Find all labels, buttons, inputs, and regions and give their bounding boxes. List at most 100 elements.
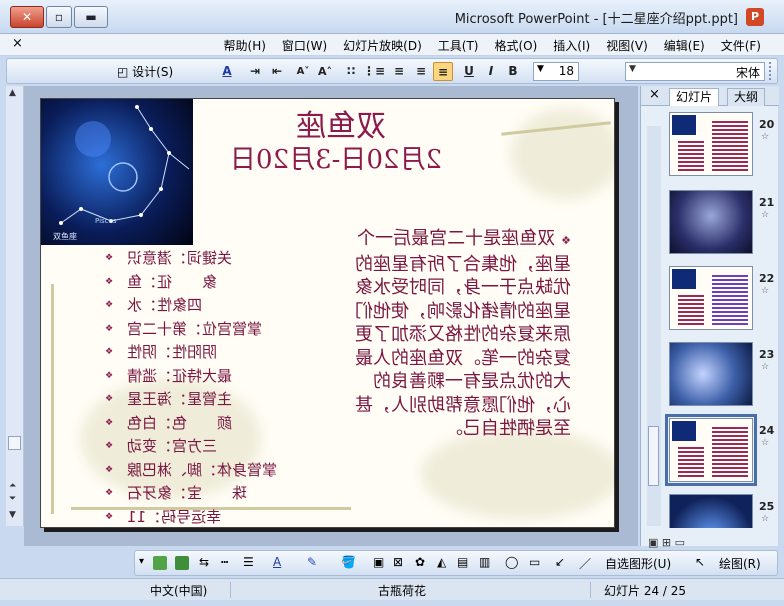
menu-edit[interactable]: 编辑(E): [661, 37, 708, 54]
oval-icon[interactable]: ◯: [505, 555, 518, 569]
view-buttons[interactable]: ▣ ⊞ ▭: [648, 536, 685, 549]
window-title: Microsoft PowerPoint - [十二星座介绍ppt.ppt]: [454, 12, 738, 27]
list-item: ❖ 颜 色：白色: [105, 413, 233, 432]
animation-star-icon: ☆: [761, 514, 770, 524]
draw-menu[interactable]: 绘图(R): [719, 555, 761, 572]
toolbar-grip[interactable]: [769, 62, 773, 80]
slide-number: 24: [759, 424, 775, 437]
window-close-button[interactable]: ✕: [10, 6, 44, 28]
slide-thumbnail-25[interactable]: [669, 494, 753, 528]
animation-star-icon: ☆: [761, 132, 770, 142]
description-paragraph[interactable]: ❖双鱼座是十二宫最后一个星座，他集合了所有星座的优缺点于一身，同时受水象星座的情…: [341, 227, 571, 441]
tab-slides[interactable]: 幻灯片: [669, 88, 720, 106]
slide-thumbnail-21[interactable]: [669, 190, 753, 254]
chevron-down-icon[interactable]: ▼: [537, 64, 544, 74]
description-text: 双鱼座是十二宫最后一个星座，他集合了所有星座的优缺点于一身，同时受水象星座的情绪…: [355, 228, 571, 439]
design-label: 设计(S): [132, 65, 174, 79]
design-icon: ◰: [117, 65, 133, 79]
dash-style-icon[interactable]: ┅: [221, 555, 228, 569]
pane-tab-strip: × 幻灯片 大纲: [641, 86, 779, 106]
window-minimize-button[interactable]: ▬: [74, 6, 108, 28]
vertical-text-box-icon[interactable]: ▥: [479, 555, 490, 569]
scrollbar-thumb[interactable]: [8, 436, 21, 450]
menu-insert[interactable]: 插入(I): [550, 37, 593, 54]
menu-window[interactable]: 窗口(W): [279, 37, 330, 54]
underline-button[interactable]: U: [459, 62, 479, 81]
window-maximize-button[interactable]: ▫: [46, 6, 72, 28]
increase-indent-icon[interactable]: ⇥: [245, 62, 265, 81]
list-item: ❖ 阴阳性：阴性: [105, 343, 218, 361]
clip-art-icon[interactable]: ⊠: [393, 555, 403, 569]
menu-file[interactable]: 文件(F): [718, 37, 764, 54]
arrow-style-icon[interactable]: ⇆: [199, 555, 209, 569]
text-box-icon[interactable]: ▤: [457, 555, 468, 569]
italic-button[interactable]: I: [481, 62, 501, 81]
list-item: ❖ 主管星：海王星: [105, 390, 233, 408]
formatting-toolbar: ▼ 宋体 ▼ 18 B I U ≡ ≡ ≡ ⋮≡ ∷ A˄ A˅ ⇤ ⇥ A ◰…: [6, 58, 778, 84]
slide-thumbnail-20[interactable]: [669, 112, 753, 176]
vertical-scrollbar[interactable]: ▲ ⏶ ⏷ ▼: [6, 86, 24, 526]
font-color-button[interactable]: A: [273, 555, 281, 569]
increase-font-button[interactable]: A˄: [315, 62, 335, 81]
language-status: 中文(中国): [150, 584, 208, 598]
font-size-select[interactable]: ▼ 18: [533, 62, 579, 81]
attributes-list[interactable]: ❖ 关键词：潜意识 ❖ 象 征：鱼 ❖ 四象性：水 ❖ 掌管宫位：第十二宫 ❖ 阴阳性：阴…: [103, 247, 323, 527]
line-style-icon[interactable]: ☰: [243, 555, 254, 569]
font-name-select[interactable]: ▼ 宋体: [625, 62, 765, 81]
design-button[interactable]: ◰ 设计(S): [117, 63, 173, 80]
decrease-font-button[interactable]: A˅: [293, 62, 313, 81]
font-color-button[interactable]: A: [217, 62, 237, 81]
menu-help[interactable]: 帮助(H): [221, 37, 269, 54]
line-icon[interactable]: ／: [579, 555, 591, 572]
line-color-icon[interactable]: ✎: [307, 555, 317, 569]
align-center-button[interactable]: ≡: [411, 62, 431, 81]
fill-color-icon[interactable]: 🪣: [341, 555, 356, 569]
close-icon[interactable]: ×: [649, 87, 660, 102]
wordart-icon[interactable]: ◭: [437, 555, 446, 569]
slide-canvas[interactable]: Pisces 双鱼座 双鱼座 2月20日-3月20日 ❖ 关键词：潜意识 ❖ 象 征…: [40, 98, 615, 528]
animation-star-icon: ☆: [761, 210, 770, 220]
insert-picture-icon[interactable]: ▣: [373, 555, 384, 569]
select-objects-icon[interactable]: ↖: [695, 555, 705, 569]
slide-thumbnail-22[interactable]: [669, 266, 753, 330]
shadow-style-icon[interactable]: [153, 556, 167, 570]
menu-slideshow[interactable]: 幻灯片放映(D): [340, 37, 425, 54]
slide-number: 21: [759, 196, 775, 209]
status-divider: [590, 582, 591, 598]
menu-tools[interactable]: 工具(T): [435, 37, 482, 54]
title-bar: ✕ ▫ ▬ Microsoft PowerPoint - [十二星座介绍ppt.…: [0, 0, 784, 34]
autoshapes-menu[interactable]: 自选图形(U): [605, 555, 671, 572]
slide-date-range[interactable]: 2月20日-3月20日: [211, 139, 461, 176]
list-item: ❖ 掌管宫位：第十二宫: [105, 319, 263, 338]
arrow-icon[interactable]: ↙: [555, 555, 565, 569]
scroll-down-icon[interactable]: ▼: [9, 510, 16, 520]
rectangle-icon[interactable]: ▭: [529, 555, 540, 569]
3d-style-icon[interactable]: [175, 556, 189, 570]
chevron-down-icon[interactable]: ▼: [629, 64, 636, 74]
slide-thumbnail-24[interactable]: [665, 414, 757, 486]
document-close-button[interactable]: ×: [12, 36, 23, 51]
prev-slide-icon[interactable]: ⏶: [9, 481, 16, 491]
numbering-icon[interactable]: ⋮≡: [363, 62, 385, 81]
background-leaf: [421, 429, 614, 519]
toolbar-options-icon[interactable]: ▾: [139, 556, 144, 567]
slides-pane: × 幻灯片 大纲 20 ☆ 21 ☆ 22 ☆ 23 ☆ 24 ☆ 25 ☆: [640, 86, 779, 546]
next-slide-icon[interactable]: ⏷: [9, 494, 16, 504]
list-item: ❖ 三方宫：变动: [105, 437, 218, 455]
slide-thumbnail-23[interactable]: [669, 342, 753, 406]
slide-number: 23: [759, 348, 775, 361]
align-right-button[interactable]: ≡: [389, 62, 409, 81]
pisces-label: Pisces: [95, 217, 117, 225]
menu-view[interactable]: 视图(V): [603, 37, 651, 54]
bullets-icon[interactable]: ∷: [341, 62, 361, 81]
diagram-icon[interactable]: ✿: [415, 555, 425, 569]
align-left-button[interactable]: ≡: [433, 62, 453, 81]
bold-button[interactable]: B: [503, 62, 523, 81]
slide-number: 22: [759, 272, 775, 285]
scroll-up-icon[interactable]: ▲: [9, 88, 16, 98]
list-item: ❖ 关键词：潜意识: [105, 249, 233, 267]
menu-format[interactable]: 格式(O): [491, 37, 540, 54]
tab-outline[interactable]: 大纲: [727, 88, 766, 106]
decrease-indent-icon[interactable]: ⇤: [267, 62, 287, 81]
pisces-constellation-image: Pisces 双鱼座: [41, 99, 193, 245]
